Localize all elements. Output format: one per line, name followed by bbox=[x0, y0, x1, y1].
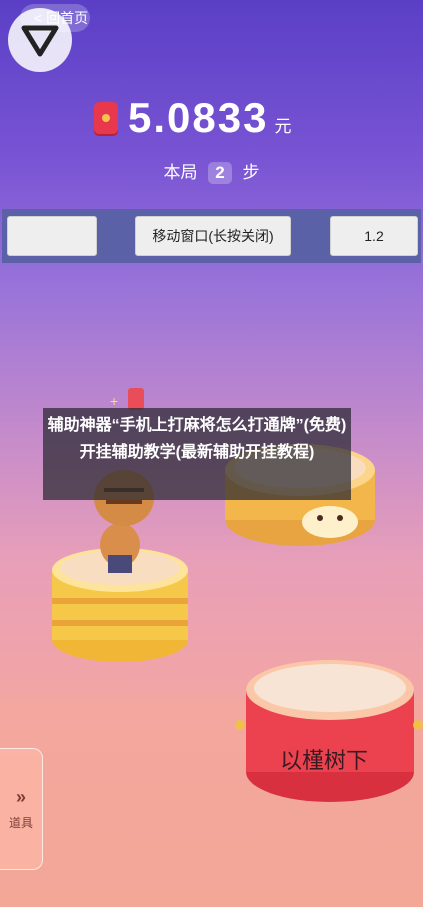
money-display: 5.0833 元 bbox=[94, 94, 291, 142]
drum-text: 以槿树下 bbox=[280, 749, 368, 774]
overlay-title: 辅助神器“手机上打麻将怎么打通牌”(免费)开挂辅助教学(最新辅助开挂教程) bbox=[47, 417, 347, 461]
money-unit: 元 bbox=[274, 116, 292, 136]
money-value: 5.0833 bbox=[128, 94, 269, 141]
step-suffix: 步 bbox=[242, 163, 260, 182]
props-tab[interactable]: » 道具 bbox=[0, 748, 43, 870]
step-prefix: 本局 bbox=[163, 163, 198, 182]
step-counter: 本局 2 步 bbox=[0, 158, 423, 184]
svg-text:+: + bbox=[110, 393, 118, 409]
props-label: 道具 bbox=[8, 816, 33, 830]
step-count: 2 bbox=[208, 162, 232, 184]
blank-button[interactable] bbox=[7, 216, 97, 256]
speed-button[interactable]: 1.2 bbox=[330, 216, 418, 256]
chevron-right-icon: » bbox=[15, 787, 26, 807]
red-packet-icon bbox=[94, 102, 118, 134]
svg-text:以槿树下: 以槿树下 bbox=[280, 749, 368, 774]
control-toolbar: 移动窗口(长按关闭) 1.2 bbox=[2, 209, 421, 263]
red-drum bbox=[235, 660, 423, 802]
move-window-button[interactable]: 移动窗口(长按关闭) bbox=[135, 216, 291, 256]
article-title-overlay: 辅助神器“手机上打麻将怎么打通牌”(免费)开挂辅助教学(最新辅助开挂教程) bbox=[43, 408, 351, 500]
triangle-down-icon bbox=[8, 8, 72, 72]
